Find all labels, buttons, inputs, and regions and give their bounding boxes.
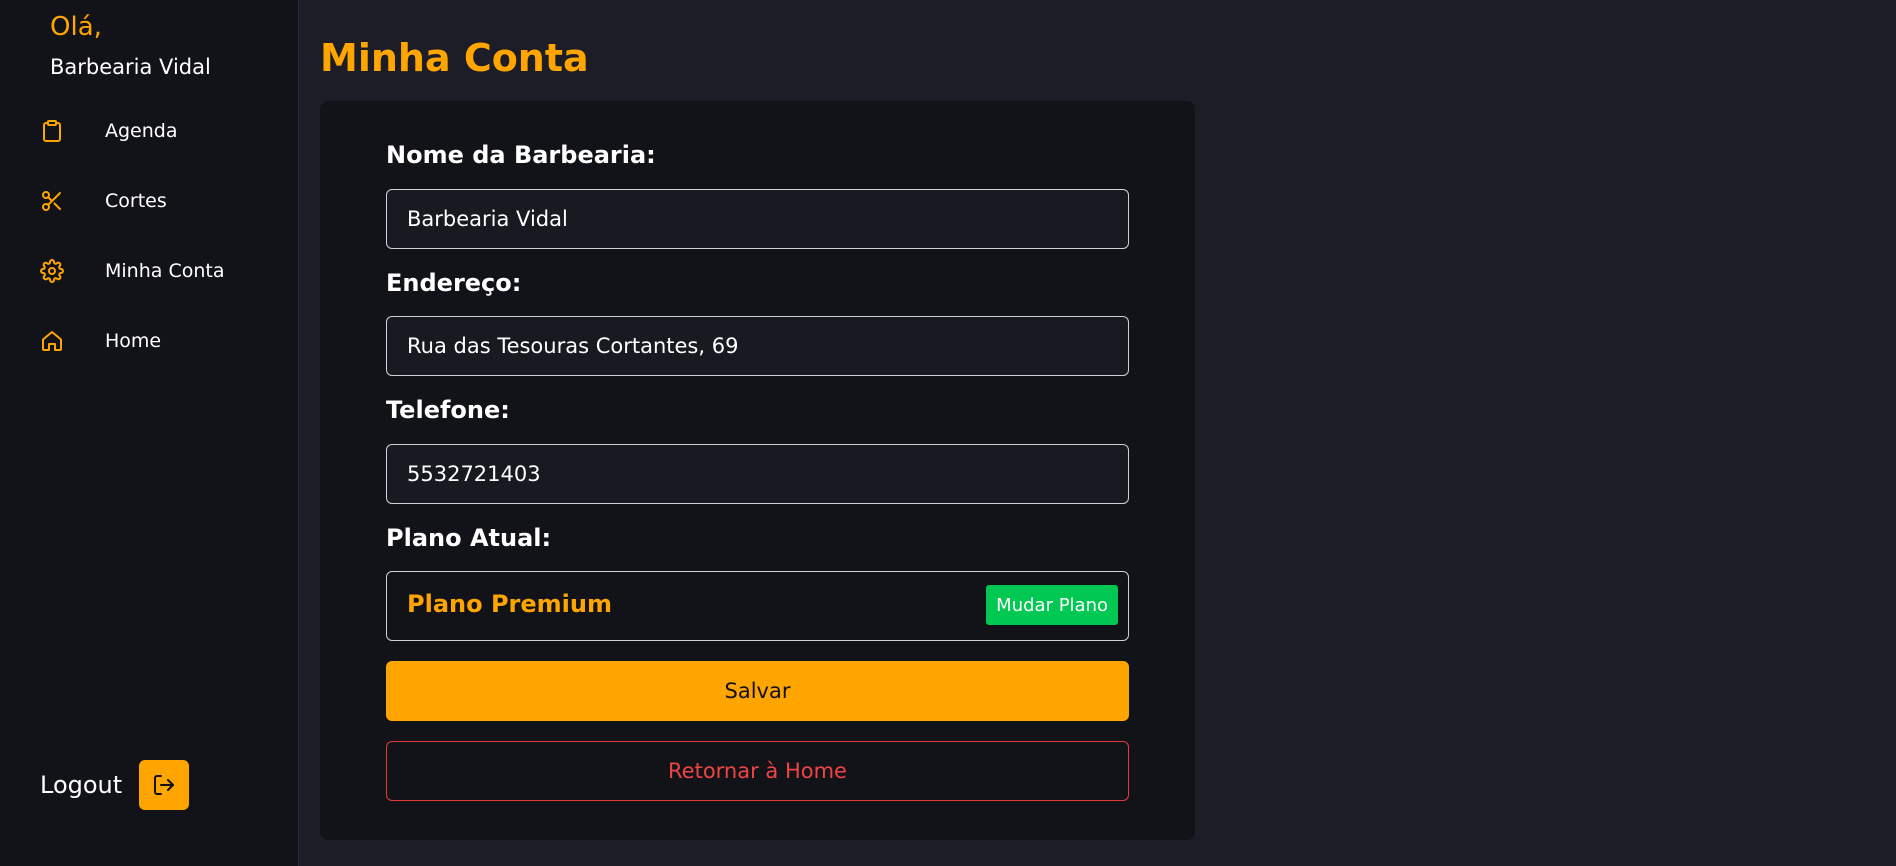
scissors-icon bbox=[38, 187, 66, 215]
sidebar-item-label: Home bbox=[105, 330, 162, 352]
address-input[interactable] bbox=[386, 316, 1129, 376]
shop-name: Barbearia Vidal bbox=[50, 55, 211, 79]
sidebar: Olá, Barbearia Vidal Agenda Cortes Minha… bbox=[0, 0, 299, 866]
change-plan-button[interactable]: Mudar Plano bbox=[986, 585, 1118, 625]
phone-label: Telefone: bbox=[386, 396, 510, 424]
greeting: Olá, bbox=[50, 12, 102, 42]
sidebar-item-cortes[interactable]: Cortes bbox=[38, 181, 278, 221]
sidebar-item-label: Cortes bbox=[105, 190, 167, 212]
current-plan-box: Plano Premium Mudar Plano bbox=[386, 571, 1129, 641]
clipboard-icon bbox=[38, 117, 66, 145]
logout-label: Logout bbox=[40, 771, 123, 799]
logout-button[interactable] bbox=[139, 760, 189, 810]
gear-icon bbox=[38, 257, 66, 285]
sidebar-item-label: Agenda bbox=[105, 120, 178, 142]
shop-name-label: Nome da Barbearia: bbox=[386, 141, 656, 169]
sidebar-item-label: Minha Conta bbox=[105, 260, 225, 282]
plan-label: Plano Atual: bbox=[386, 524, 552, 552]
account-form-card: Nome da Barbearia: Endereço: Telefone: P… bbox=[320, 101, 1195, 840]
return-home-button[interactable]: Retornar à Home bbox=[386, 741, 1129, 801]
sidebar-item-home[interactable]: Home bbox=[38, 321, 278, 361]
page-title: Minha Conta bbox=[320, 36, 589, 80]
current-plan-name: Plano Premium bbox=[407, 590, 612, 618]
phone-input[interactable] bbox=[386, 444, 1129, 504]
home-icon bbox=[38, 327, 66, 355]
save-button[interactable]: Salvar bbox=[386, 661, 1129, 721]
sidebar-item-agenda[interactable]: Agenda bbox=[38, 111, 278, 151]
logout-icon bbox=[152, 773, 176, 797]
logout-area: Logout bbox=[40, 760, 189, 810]
shop-name-input[interactable] bbox=[386, 189, 1129, 249]
sidebar-item-minha-conta[interactable]: Minha Conta bbox=[38, 251, 278, 291]
address-label: Endereço: bbox=[386, 269, 522, 297]
